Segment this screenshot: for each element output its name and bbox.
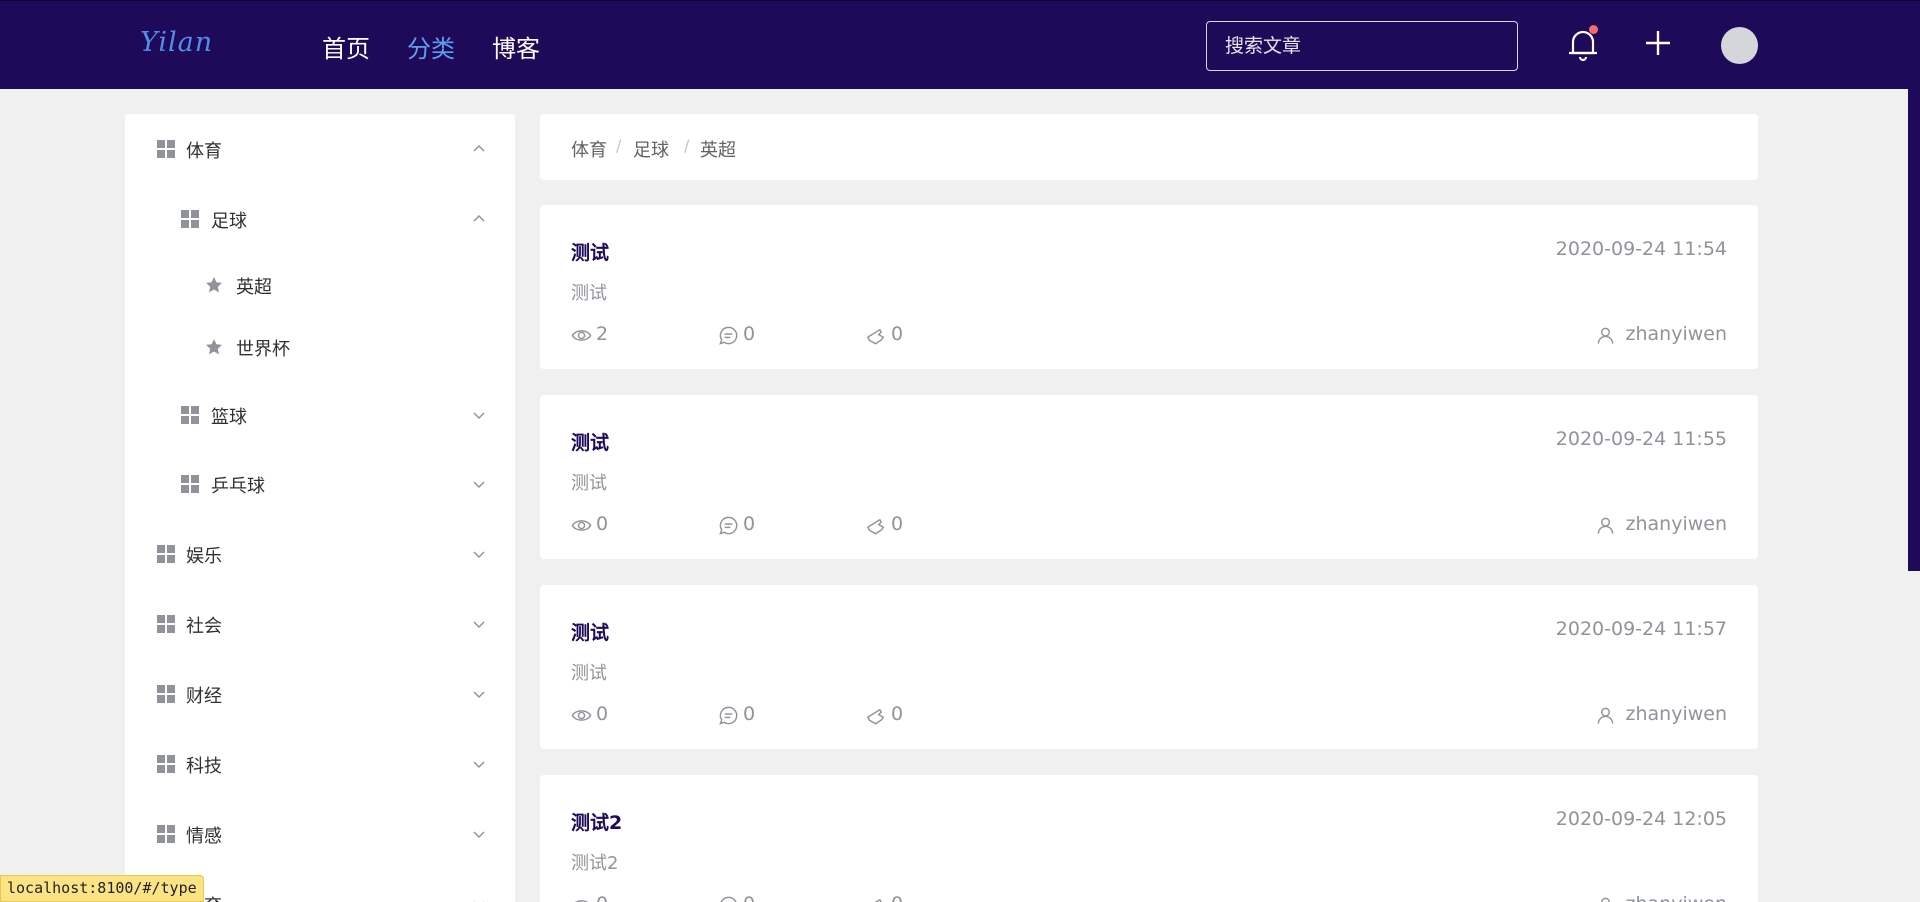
article-author: zhanyiwen xyxy=(1597,703,1727,725)
nav-category[interactable]: 分类 xyxy=(407,29,455,64)
star-icon xyxy=(206,277,222,293)
like-icon xyxy=(866,328,885,345)
logo[interactable]: Yilan xyxy=(140,27,213,58)
sidebar-item-finance[interactable]: 财经 xyxy=(125,666,515,722)
sidebar-item-world-cup[interactable]: 世界杯 xyxy=(125,319,515,375)
eye-icon xyxy=(574,900,589,902)
like-icon xyxy=(866,518,885,535)
search-input[interactable] xyxy=(1206,21,1518,71)
article-card[interactable]: 测试 2020-09-24 11:54 测试 2 0 0 zhanyiwen xyxy=(540,205,1758,369)
article-title[interactable]: 测试 xyxy=(571,238,609,265)
comment-icon xyxy=(719,516,738,535)
like-icon xyxy=(866,708,885,725)
breadcrumb-separator: / xyxy=(616,136,622,155)
chevron-down-icon xyxy=(473,761,485,769)
breadcrumb-item[interactable]: 体育 xyxy=(571,136,607,162)
sidebar-item-label: 世界杯 xyxy=(236,339,290,360)
sidebar-item-label: 情感 xyxy=(186,826,222,847)
article-summary: 测试 xyxy=(571,663,607,684)
avatar[interactable] xyxy=(1721,27,1758,64)
chevron-down-icon xyxy=(473,412,485,420)
sidebar-item-label: 娱乐 xyxy=(186,546,222,567)
breadcrumb: 体育 / 足球 / 英超 xyxy=(540,114,1758,180)
article-author: zhanyiwen xyxy=(1600,893,1727,902)
nav-blog[interactable]: 博客 xyxy=(492,29,540,64)
eye-icon xyxy=(571,710,592,721)
sidebar-item-football[interactable]: 足球 xyxy=(125,191,515,247)
article-title[interactable]: 测试 xyxy=(571,428,609,455)
sidebar-item-emotion[interactable]: 情感 xyxy=(125,806,515,862)
user-icon xyxy=(1597,517,1613,534)
chevron-down-icon xyxy=(473,831,485,839)
notification-bell-icon[interactable] xyxy=(1567,25,1599,62)
sidebar-item-basketball[interactable]: 篮球 xyxy=(125,387,515,443)
like-icon xyxy=(866,898,885,902)
user-icon xyxy=(1597,707,1613,724)
sidebar-item-label: 财经 xyxy=(186,686,222,707)
article-title[interactable]: 测试 xyxy=(571,618,609,645)
chevron-down-icon xyxy=(474,901,484,902)
eye-icon xyxy=(571,520,592,531)
grid-icon xyxy=(157,615,175,633)
breadcrumb-item[interactable]: 足球 xyxy=(633,136,669,162)
article-date: 2020-09-24 11:54 xyxy=(1555,238,1727,260)
chevron-down-icon xyxy=(473,551,485,559)
grid-icon xyxy=(157,685,175,703)
add-icon[interactable] xyxy=(1641,26,1675,60)
sidebar-item-table-tennis[interactable]: 乒乓球 xyxy=(125,456,515,512)
user-icon xyxy=(1600,897,1610,902)
nav-home[interactable]: 首页 xyxy=(322,29,370,64)
article-summary: 测试 xyxy=(571,473,607,494)
user-icon xyxy=(1597,327,1613,344)
sidebar-item-label: 乒乓球 xyxy=(211,476,265,497)
sidebar-item-technology[interactable]: 科技 xyxy=(125,736,515,792)
breadcrumb-separator: / xyxy=(684,136,690,155)
article-card[interactable]: 测试 2020-09-24 11:57 测试 0 0 0 zhanyiwen xyxy=(540,585,1758,749)
article-author: zhanyiwen xyxy=(1597,513,1727,535)
sidebar-item-label: 体育 xyxy=(186,141,222,162)
grid-icon xyxy=(181,475,199,493)
article-title[interactable]: 测试2 xyxy=(571,808,622,835)
grid-icon xyxy=(181,210,199,228)
sidebar-item-society[interactable]: 社会 xyxy=(125,596,515,652)
grid-icon xyxy=(157,545,175,563)
breadcrumb-item[interactable]: 英超 xyxy=(700,136,736,162)
grid-icon xyxy=(157,755,175,773)
sidebar-item-label: 足球 xyxy=(211,211,247,232)
sidebar-item-label: 社会 xyxy=(186,616,222,637)
article-card[interactable]: 测试22020-09-24 12:05测试2000zhanyiwen xyxy=(540,775,1758,902)
chevron-down-icon xyxy=(473,481,485,489)
chevron-up-icon xyxy=(473,214,485,222)
article-author: zhanyiwen xyxy=(1597,323,1727,345)
grid-icon xyxy=(181,406,199,424)
sidebar-item-label: 科技 xyxy=(186,756,222,777)
eye-icon xyxy=(571,330,592,341)
comment-icon xyxy=(719,706,738,725)
chevron-up-icon xyxy=(473,144,485,152)
notification-badge xyxy=(1589,25,1598,34)
sidebar-item-label: 篮球 xyxy=(211,407,247,428)
star-icon xyxy=(206,339,222,355)
chevron-down-icon xyxy=(473,691,485,699)
article-summary: 测试2 xyxy=(571,853,619,874)
sidebar-item-entertainment[interactable]: 娱乐 xyxy=(125,526,515,582)
article-date: 2020-09-24 11:57 xyxy=(1555,618,1727,640)
sidebar-item-premier-league[interactable]: 英超 xyxy=(125,257,515,313)
grid-icon xyxy=(157,140,175,158)
article-card[interactable]: 测试 2020-09-24 11:55 测试 0 0 0 zhanyiwen xyxy=(540,395,1758,559)
article-date: 2020-09-24 12:05 xyxy=(1555,808,1727,830)
status-bar-url: localhost:8100/#/type xyxy=(0,875,204,902)
article-summary: 测试 xyxy=(571,283,607,304)
chevron-down-icon xyxy=(473,621,485,629)
article-date: 2020-09-24 11:55 xyxy=(1555,428,1727,450)
comment-icon xyxy=(720,896,737,902)
sidebar-item-sports[interactable]: 体育 xyxy=(125,121,515,177)
sidebar-item-label: 英超 xyxy=(236,277,272,298)
category-sidebar: 体育 足球 英超 世界杯 篮球 乒乓球 娱乐 社会 财经 科技 情感 xyxy=(125,114,515,902)
top-navbar: Yilan 首页 分类 博客 xyxy=(0,0,1920,89)
grid-icon xyxy=(157,825,175,843)
scrollbar[interactable] xyxy=(1908,89,1920,571)
comment-icon xyxy=(719,326,738,345)
